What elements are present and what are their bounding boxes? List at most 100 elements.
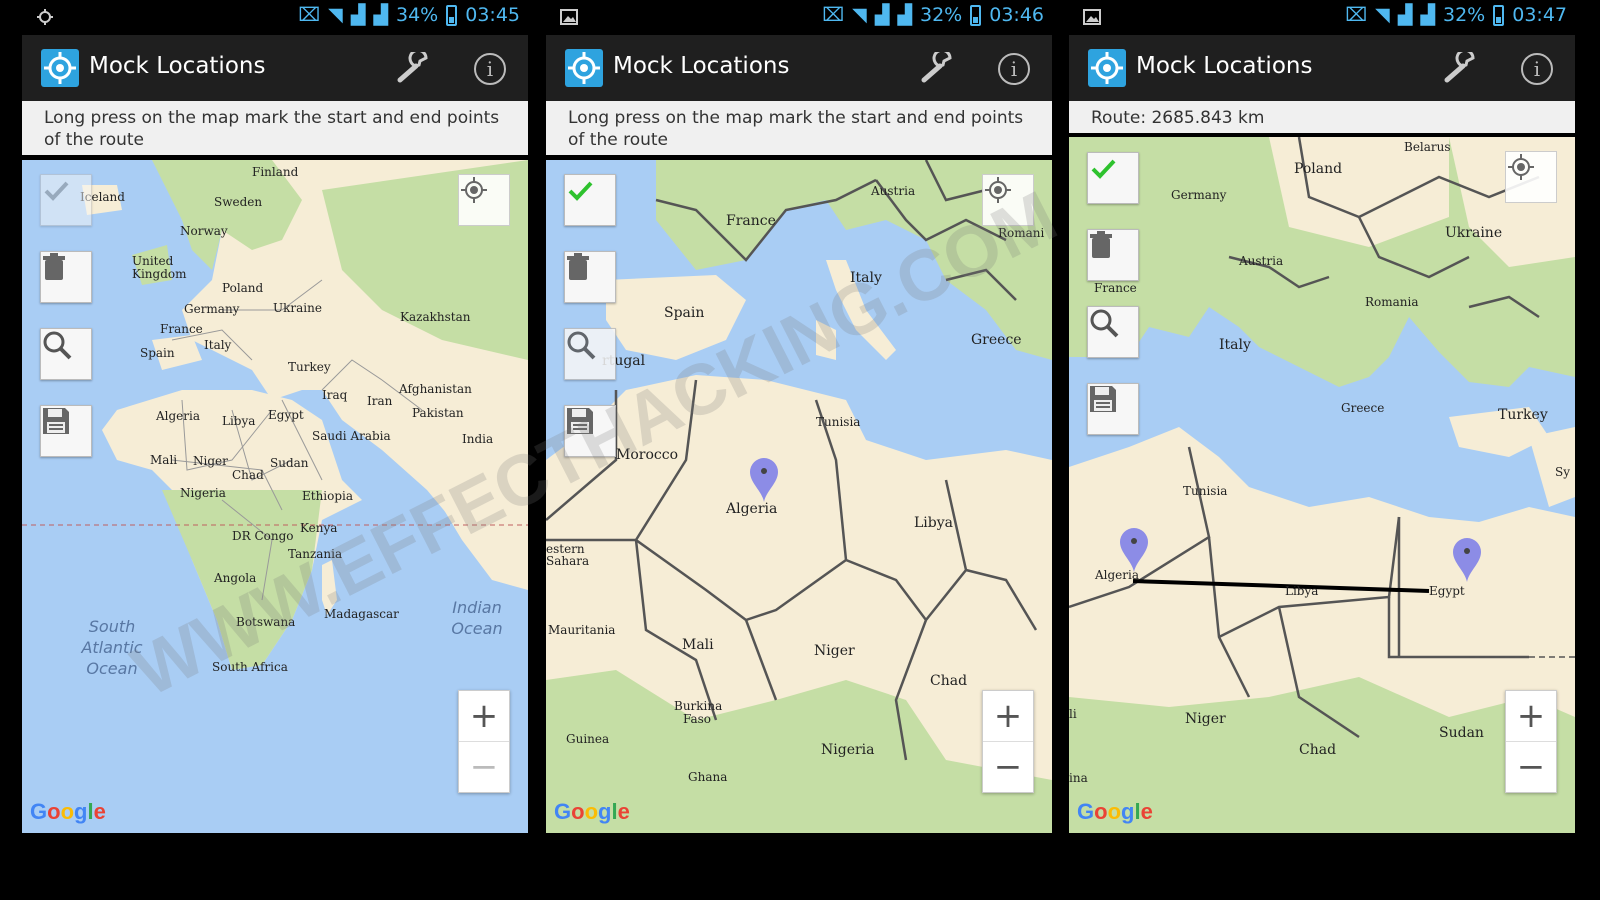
end-pin-icon[interactable] bbox=[1451, 537, 1483, 583]
map-label-turkey: Turkey bbox=[1498, 407, 1548, 423]
check-icon bbox=[1091, 159, 1116, 179]
map-label-chad: Chad bbox=[930, 673, 968, 689]
zoom-in-button[interactable]: + bbox=[983, 691, 1033, 741]
zoom-controls: + − bbox=[1505, 690, 1557, 793]
search-icon bbox=[1090, 309, 1119, 338]
zoom-in-button[interactable]: + bbox=[459, 691, 509, 741]
clock: 03:45 bbox=[465, 4, 520, 26]
signal-icon: ▟ bbox=[350, 4, 366, 26]
start-pin-icon[interactable] bbox=[748, 457, 780, 503]
google-logo: Google bbox=[30, 799, 106, 824]
map-label-iran: Iran bbox=[367, 394, 393, 408]
signal-icon-2: ▟ bbox=[373, 4, 388, 26]
save-route-button[interactable] bbox=[1087, 383, 1139, 435]
search-icon bbox=[43, 331, 72, 360]
settings-wrench-icon[interactable] bbox=[396, 52, 432, 84]
delete-route-button[interactable] bbox=[40, 251, 92, 303]
action-bar: Mock Locations i bbox=[22, 35, 528, 101]
start-pin-icon[interactable] bbox=[1118, 527, 1150, 573]
map-label-greece: Greece bbox=[971, 332, 1022, 348]
map-label-burkina: Burkina Faso bbox=[674, 699, 723, 726]
map-label-egypt: Egypt bbox=[1429, 584, 1465, 598]
app-logo-icon[interactable] bbox=[1088, 49, 1126, 87]
phone-screen-1: ⌧ ◥ ▟ ▟ 34% 03:45 Mock Locations i Long … bbox=[22, 0, 528, 900]
trash-icon bbox=[567, 253, 589, 280]
settings-wrench-icon[interactable] bbox=[920, 52, 956, 84]
search-button[interactable] bbox=[564, 328, 616, 380]
crosshair-icon bbox=[1508, 154, 1534, 180]
map-label-uk: United Kingdom bbox=[132, 254, 187, 281]
map-label-italy: Italy bbox=[1219, 337, 1251, 353]
my-location-button[interactable] bbox=[458, 174, 510, 226]
map-label-poland: Poland bbox=[222, 281, 264, 295]
map-label-germany: Germany bbox=[184, 302, 240, 316]
battery-icon bbox=[1493, 4, 1505, 26]
battery-percent: 34% bbox=[396, 4, 439, 26]
app-title: Mock Locations bbox=[1136, 53, 1313, 79]
my-location-button[interactable] bbox=[1505, 151, 1557, 203]
battery-icon bbox=[446, 4, 458, 26]
map-canvas bbox=[1069, 137, 1575, 833]
map-label-mauritania: Mauritania bbox=[548, 623, 616, 637]
search-button[interactable] bbox=[1087, 306, 1139, 358]
info-icon[interactable]: i bbox=[474, 53, 506, 85]
map-label-ukraine: Ukraine bbox=[273, 301, 322, 315]
battery-percent: 32% bbox=[920, 4, 963, 26]
zoom-in-button[interactable]: + bbox=[1506, 691, 1556, 741]
map-label-germany: Germany bbox=[1171, 188, 1227, 202]
map-label-norway: Norway bbox=[180, 224, 228, 238]
map-label-ghana: Ghana bbox=[688, 770, 728, 784]
save-route-button[interactable] bbox=[40, 405, 92, 457]
map-label-spain: Spain bbox=[140, 346, 175, 360]
battery-percent: 32% bbox=[1443, 4, 1486, 26]
zoom-out-button[interactable]: − bbox=[1506, 742, 1556, 792]
map-view[interactable]: Belarus Poland Germany Ukraine Austria F… bbox=[1069, 137, 1575, 833]
map-label-libya: Libya bbox=[222, 414, 256, 428]
map-label-sweden: Sweden bbox=[214, 195, 263, 209]
delete-route-button[interactable] bbox=[1087, 229, 1139, 281]
zoom-out-button[interactable]: − bbox=[983, 742, 1033, 792]
map-label-afghanistan: Afghanistan bbox=[399, 382, 472, 396]
map-label-finland: Finland bbox=[252, 165, 299, 179]
map-label-greece: Greece bbox=[1341, 401, 1385, 415]
map-label-austria: Austria bbox=[1239, 254, 1284, 268]
map-label-tunisia: Tunisia bbox=[816, 415, 861, 429]
check-icon bbox=[44, 181, 69, 201]
map-label-mali: Mali bbox=[682, 637, 714, 653]
trash-icon bbox=[43, 253, 65, 280]
app-logo-icon[interactable] bbox=[41, 49, 79, 87]
phone-screen-3: ⌧ ◥ ▟ ▟ 32% 03:47 Mock Locations i Route… bbox=[1069, 0, 1575, 900]
check-icon bbox=[568, 181, 593, 201]
map-label-france: France bbox=[160, 322, 203, 336]
map-label-india: India bbox=[462, 432, 494, 446]
info-icon[interactable]: i bbox=[1521, 53, 1553, 85]
map-label-chad: Chad bbox=[232, 468, 264, 482]
signal-icon-2: ▟ bbox=[897, 4, 912, 26]
map-label-li: li bbox=[1069, 707, 1077, 721]
wifi-icon: ◥ bbox=[852, 4, 867, 26]
settings-wrench-icon[interactable] bbox=[1443, 52, 1479, 84]
instruction-text: Long press on the map mark the start and… bbox=[22, 101, 528, 155]
route-distance: Route: 2685.843 km bbox=[1069, 101, 1575, 133]
map-label-ethiopia: Ethiopia bbox=[302, 489, 354, 503]
map-label-iraq: Iraq bbox=[322, 388, 348, 402]
confirm-route-button[interactable] bbox=[564, 174, 616, 226]
map-label-indian-ocean: Indian Ocean bbox=[451, 598, 503, 638]
zoom-out-button[interactable]: − bbox=[459, 742, 509, 792]
search-icon bbox=[567, 331, 596, 360]
map-label-niger: Niger bbox=[193, 454, 228, 468]
crosshair-icon bbox=[461, 177, 487, 203]
map-label-mali: Mali bbox=[150, 453, 178, 467]
mute-icon: ⌧ bbox=[1345, 4, 1368, 26]
map-label-romania: Romania bbox=[1365, 295, 1419, 309]
delete-route-button[interactable] bbox=[564, 251, 616, 303]
confirm-route-button[interactable] bbox=[40, 174, 92, 226]
map-label-france: France bbox=[726, 213, 776, 229]
confirm-route-button[interactable] bbox=[1087, 152, 1139, 204]
vibrate-icon: ⌧ bbox=[298, 4, 321, 26]
search-button[interactable] bbox=[40, 328, 92, 380]
app-logo-icon[interactable] bbox=[565, 49, 603, 87]
info-icon[interactable]: i bbox=[998, 53, 1030, 85]
map-label-niger: Niger bbox=[814, 643, 855, 659]
wifi-icon: ◥ bbox=[328, 4, 343, 26]
